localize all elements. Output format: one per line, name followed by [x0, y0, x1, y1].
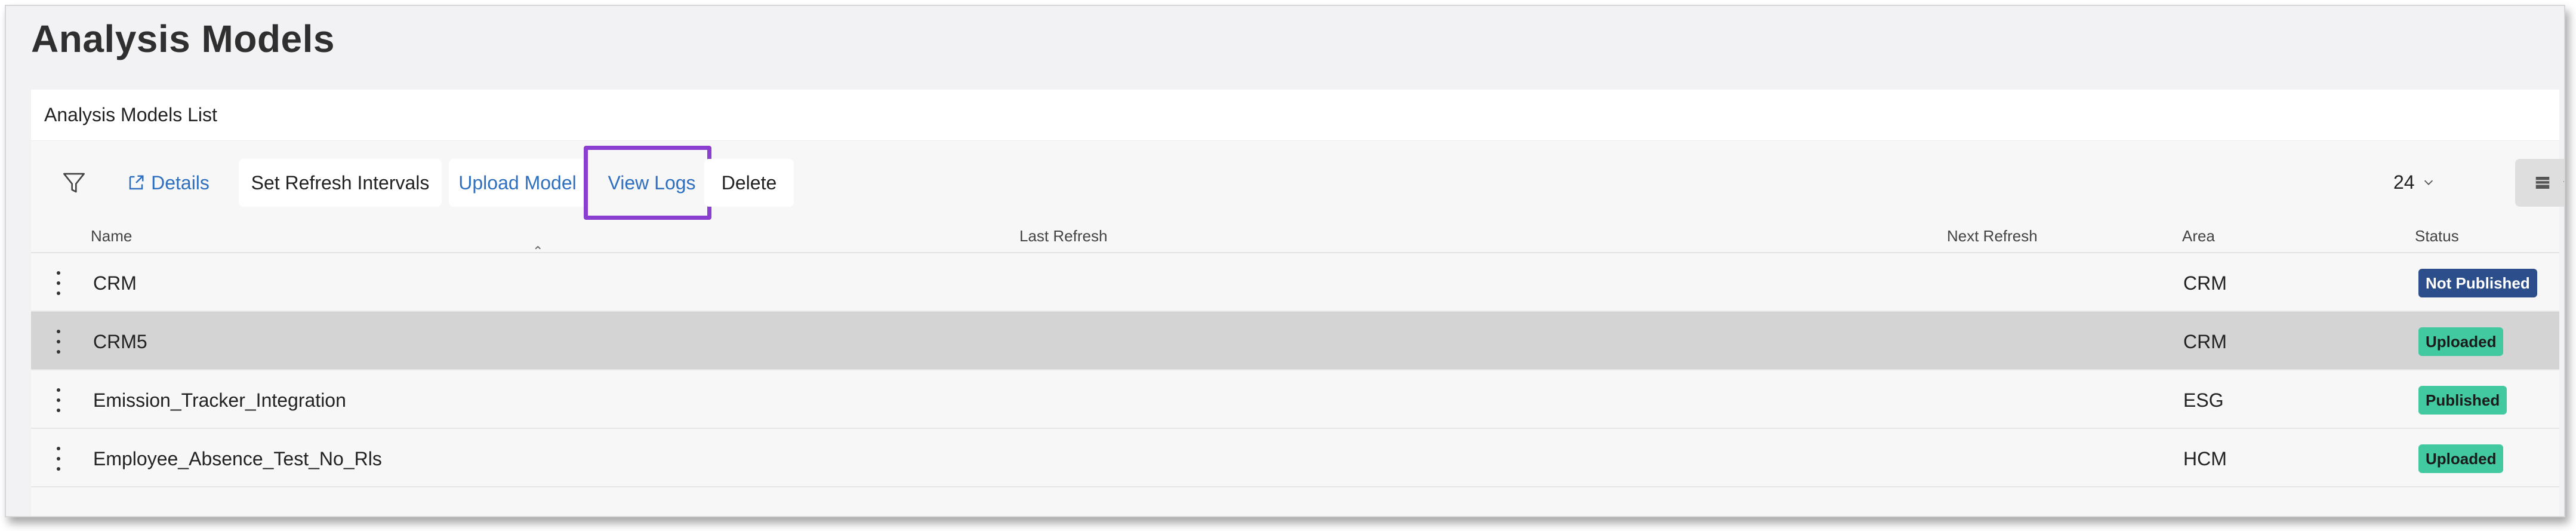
filter-button[interactable] [56, 165, 92, 201]
row-name: Emission_Tracker_Integration [93, 389, 346, 411]
page-title: Analysis Models [31, 17, 335, 60]
upload-model-label: Upload Model [458, 171, 577, 194]
upload-model-button[interactable]: Upload Model [449, 159, 586, 207]
column-header-next-refresh[interactable]: Next Refresh [1947, 227, 2038, 245]
column-header-last-refresh[interactable]: Last Refresh [1019, 227, 1107, 245]
chevron-down-icon [2424, 180, 2433, 185]
toolbar: Details Set Refresh Intervals Upload Mod… [31, 141, 2564, 220]
external-link-icon [127, 174, 145, 192]
kebab-menu-icon[interactable] [53, 330, 64, 354]
panel-title: Analysis Models List [44, 104, 217, 125]
details-label: Details [151, 171, 209, 194]
chevron-down-icon [2563, 180, 2564, 182]
row-area: CRM [2183, 272, 2227, 294]
page-size-select[interactable]: 24 [2393, 167, 2435, 197]
kebab-menu-icon[interactable] [53, 388, 64, 412]
table-row[interactable]: CRM CRM Not Published [31, 253, 2559, 312]
details-button[interactable]: Details [109, 159, 228, 207]
filter-icon [63, 173, 85, 193]
view-logs-label: View Logs [608, 171, 696, 194]
set-refresh-intervals-label: Set Refresh Intervals [251, 171, 430, 194]
row-area: HCM [2183, 448, 2227, 469]
row-area: ESG [2183, 389, 2224, 411]
app-window: Analysis Models Analysis Models List Det… [5, 5, 2565, 517]
set-refresh-intervals-button[interactable]: Set Refresh Intervals [239, 159, 442, 207]
list-view-icon [2535, 177, 2550, 189]
table-row[interactable]: Emission_Tracker_Integration ESG Publish… [31, 370, 2559, 429]
row-name: CRM5 [93, 331, 147, 352]
table-row[interactable]: Employee_Absence_Test_No_Rls HCM Uploade… [31, 429, 2559, 487]
page-size-value: 24 [2393, 171, 2415, 193]
view-logs-button[interactable]: View Logs [592, 159, 711, 207]
row-name: CRM [93, 272, 137, 294]
table-row-partial [31, 487, 2559, 516]
status-badge: Uploaded [2418, 327, 2504, 356]
delete-button[interactable]: Delete [704, 159, 794, 207]
list-area: Details Set Refresh Intervals Upload Mod… [31, 141, 2564, 516]
kebab-menu-icon[interactable] [53, 271, 64, 295]
table-row[interactable]: CRM5 CRM Uploaded [31, 312, 2559, 370]
row-area: CRM [2183, 331, 2227, 352]
view-mode-button[interactable] [2515, 159, 2564, 207]
analysis-models-panel: Analysis Models List Details Set Refresh… [31, 90, 2564, 516]
column-header-status[interactable]: Status [2415, 227, 2459, 245]
column-header-area[interactable]: Area [2182, 227, 2215, 245]
column-header-name[interactable]: Name [91, 227, 132, 245]
kebab-menu-icon[interactable] [53, 447, 64, 471]
status-badge: Published [2418, 386, 2507, 415]
panel-header: Analysis Models List [31, 90, 2559, 141]
status-badge: Not Published [2418, 269, 2537, 297]
status-badge: Uploaded [2418, 444, 2504, 473]
row-name: Employee_Absence_Test_No_Rls [93, 448, 382, 469]
delete-label: Delete [721, 171, 777, 194]
table-header: Name ⌃ Last Refresh Next Refresh Area St… [31, 219, 2559, 259]
